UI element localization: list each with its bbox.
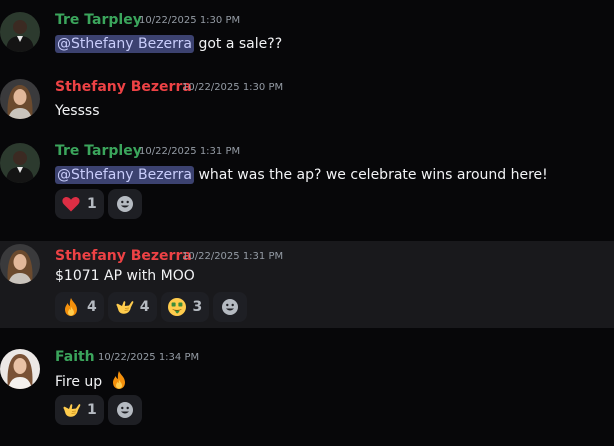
message: Faith 10/22/2025 1:34 PM Fire up 1 <box>0 348 614 428</box>
timestamp: 10/22/2025 1:30 PM <box>182 82 284 93</box>
avatar[interactable] <box>0 244 40 284</box>
author-name[interactable]: Tre Tarpley <box>55 11 142 29</box>
reaction-count: 1 <box>87 402 97 418</box>
message-content: @Sthefany Bezerra got a sale?? <box>55 33 282 55</box>
reaction-fire[interactable]: 4 <box>55 292 104 322</box>
reaction-count: 3 <box>192 299 203 315</box>
reactions-bar: 1 <box>55 395 142 425</box>
reaction-call-me-hand[interactable]: 1 <box>55 395 104 425</box>
smiley-add-reaction-icon <box>115 194 135 214</box>
author-name[interactable]: Tre Tarpley <box>55 142 142 160</box>
heart-icon <box>61 194 81 214</box>
avatar[interactable] <box>0 79 40 119</box>
user-mention[interactable]: @Sthefany Bezerra <box>55 166 195 184</box>
reactions-bar: 1 <box>55 189 142 219</box>
reaction-money-mouth[interactable]: 3 <box>160 292 210 322</box>
message-content: Yessss <box>55 100 99 122</box>
add-reaction-button[interactable] <box>213 292 248 322</box>
avatar[interactable] <box>0 349 40 389</box>
reaction-count: 4 <box>139 299 150 315</box>
author-name[interactable]: Sthefany Bezerra <box>55 78 192 96</box>
message-text: $1071 AP with MOO <box>55 268 195 284</box>
add-reaction-button[interactable] <box>107 395 142 425</box>
call-me-hand-icon <box>114 297 134 317</box>
timestamp: 10/22/2025 1:30 PM <box>139 15 241 26</box>
avatar[interactable] <box>0 143 40 183</box>
add-reaction-button[interactable] <box>107 189 142 219</box>
reaction-count: 1 <box>87 196 97 212</box>
message-text: got a sale?? <box>194 36 283 52</box>
call-me-hand-icon <box>61 400 81 420</box>
message-content: Fire up <box>55 370 129 393</box>
user-mention[interactable]: @Sthefany Bezerra <box>55 35 195 53</box>
fire-icon <box>61 297 81 317</box>
message: Tre Tarpley 10/22/2025 1:31 PM @Sthefany… <box>0 142 614 222</box>
fire-icon <box>109 370 129 390</box>
message-text: Fire up <box>55 374 103 390</box>
reaction-count: 4 <box>87 299 97 315</box>
message-content: @Sthefany Bezerra what was the ap? we ce… <box>55 164 548 186</box>
message-highlighted: Sthefany Bezerra 10/22/2025 1:31 PM $107… <box>0 241 614 328</box>
reaction-call-me-hand[interactable]: 4 <box>107 292 157 322</box>
timestamp: 10/22/2025 1:31 PM <box>182 251 284 262</box>
avatar[interactable] <box>0 12 40 52</box>
timestamp: 10/22/2025 1:31 PM <box>139 146 241 157</box>
message: Tre Tarpley 10/22/2025 1:30 PM @Sthefany… <box>0 11 614 55</box>
message-text: Yessss <box>55 103 100 119</box>
author-name[interactable]: Sthefany Bezerra <box>55 247 192 265</box>
money-mouth-face-icon <box>167 297 187 317</box>
author-name[interactable]: Faith <box>55 348 95 366</box>
message-text: what was the ap? we celebrate wins aroun… <box>194 167 548 183</box>
message: Sthefany Bezerra 10/22/2025 1:30 PM Yess… <box>0 78 614 122</box>
reactions-bar: 4 4 3 <box>55 292 248 322</box>
reaction-heart[interactable]: 1 <box>55 189 104 219</box>
smiley-add-reaction-icon <box>115 400 135 420</box>
smiley-add-reaction-icon <box>220 297 240 317</box>
message-content: $1071 AP with MOO <box>55 265 195 287</box>
timestamp: 10/22/2025 1:34 PM <box>98 352 200 363</box>
